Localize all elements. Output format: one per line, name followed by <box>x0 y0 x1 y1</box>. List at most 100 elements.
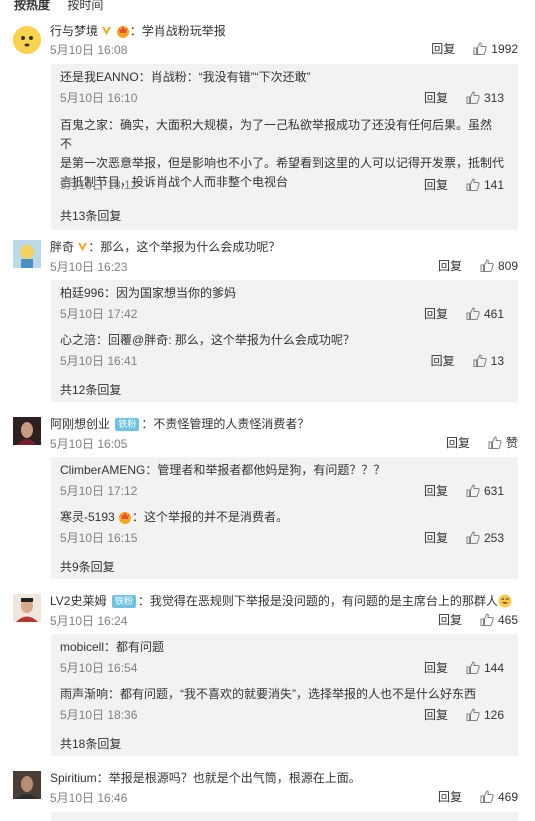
username[interactable]: mobicell <box>60 640 104 654</box>
username[interactable]: 胖奇 <box>50 240 74 254</box>
like-button[interactable]: 809 <box>480 259 518 273</box>
username[interactable]: 心之涪 <box>60 333 96 347</box>
reply-button[interactable]: 回复 <box>424 706 448 723</box>
reply-button[interactable]: 回复 <box>438 611 462 628</box>
photo-avatar-icon <box>13 594 41 622</box>
thumbs-up-icon <box>480 790 494 803</box>
thumbs-up-icon <box>466 91 480 104</box>
avatar[interactable] <box>13 771 41 799</box>
sub-reply: 心之涪：回覆@胖奇: 那么，这个举报为什么会成功呢？ 5月10日 16:41 回… <box>60 331 504 368</box>
reply-button[interactable]: 回复 <box>446 434 470 451</box>
fan-badge: 铁粉 <box>111 595 136 608</box>
reply-button[interactable]: 回复 <box>424 659 448 676</box>
more-replies-link[interactable]: 共18条回复 <box>60 735 121 752</box>
more-replies-link[interactable]: 共9条回复 <box>60 558 115 575</box>
more-replies-link[interactable]: 共13条回复 <box>60 207 121 224</box>
like-count: 253 <box>483 530 504 545</box>
reply-button[interactable]: 回复 <box>424 482 448 499</box>
like-button[interactable]: 469 <box>480 790 518 804</box>
thumbs-up-icon <box>473 354 487 367</box>
more-replies-link[interactable]: 共12条回复 <box>60 381 121 398</box>
username[interactable]: 柏廷996 <box>60 286 104 300</box>
laughing-emoji-icon <box>498 594 512 608</box>
username[interactable]: 雨声渐响 <box>60 687 108 701</box>
thumbs-up-icon <box>466 531 480 544</box>
avatar[interactable] <box>13 240 41 268</box>
comment-2: 胖奇 ：那么，这个举报为什么会成功呢？ 5月10日 16:23 回复 809 柏… <box>0 238 535 408</box>
sub-reply: 还是我EANNO：肖战粉：“我没有错”“下次还敢” 5月10日 16:10 回复… <box>60 68 504 105</box>
reply-button[interactable]: 回复 <box>424 529 448 546</box>
reply-date: 5月10日 17:42 <box>60 307 138 321</box>
like-button[interactable]: 461 <box>466 307 504 321</box>
like-button[interactable]: 313 <box>466 91 504 105</box>
like-button[interactable]: 13 <box>473 354 504 368</box>
comment-date: 5月10日 16:05 <box>50 437 128 451</box>
like-button[interactable]: 赞 <box>488 434 518 451</box>
reply-button[interactable]: 回复 <box>424 89 448 106</box>
like-count: 313 <box>483 90 504 105</box>
comment-date: 5月10日 16:24 <box>50 614 128 628</box>
username[interactable]: Spiritium <box>50 771 97 785</box>
like-count: 141 <box>483 177 504 192</box>
reply-button[interactable]: 回复 <box>438 257 462 274</box>
comment-3: 阿刚想创业 铁粉 ：不责怪管理的人责怪消费者？ 5月10日 16:05 回复 赞 … <box>0 415 535 580</box>
comment-text: ：那么，这个举报为什么会成功呢？ <box>88 240 281 254</box>
username[interactable]: 阿刚想创业 <box>50 417 110 431</box>
like-count: 赞 <box>505 436 518 450</box>
sub-replies: mobicell：都有问题 5月10日 16:54 回复 144 雨声渐响：都有… <box>51 634 518 756</box>
vip-crown-icon <box>119 512 132 524</box>
reply-button[interactable]: 回复 <box>431 352 455 369</box>
reply-text: ：回覆@胖奇: 那么，这个举报为什么会成功呢？ <box>96 333 355 347</box>
like-button[interactable]: 631 <box>466 484 504 498</box>
username[interactable]: 寒灵-5193 <box>60 510 115 524</box>
sub-reply: mobicell：都有问题 5月10日 16:54 回复 144 <box>60 638 504 675</box>
reply-text-line-2: 是第一次恶意举报，但是影响也不小了。希望看到这里的人可以记得开发票，抵制代 <box>60 156 505 170</box>
username[interactable]: 还是我EANNO <box>60 70 139 84</box>
sub-reply: ClimberAMENG：管理者和举报者都他妈是狗，有问题？？？ 5月10日 1… <box>60 461 504 498</box>
username[interactable]: ClimberAMENG <box>60 463 145 477</box>
reply-date: 5月10日 18:12 <box>60 178 138 192</box>
reply-text: ：因为国家想当你的爹妈 <box>104 286 237 300</box>
reply-button[interactable]: 回复 <box>438 788 462 805</box>
sub-reply: 寒灵-5193 ：这个举报的并不是消费者。 5月10日 16:15 回复 253 <box>60 508 504 545</box>
reply-button[interactable]: 回复 <box>424 176 448 193</box>
verified-v-icon <box>78 242 88 252</box>
avatar[interactable] <box>13 26 41 54</box>
reply-text: ：这个举报的并不是消费者。 <box>132 510 289 524</box>
like-button[interactable]: 141 <box>466 178 504 192</box>
comment-5: Spiritium：举报是根源吗？也就是个出气筒，根源在上面。 5月10日 16… <box>0 769 535 821</box>
thumbs-up-icon <box>488 436 502 449</box>
thumbs-up-icon <box>480 259 494 272</box>
avatar[interactable] <box>13 417 41 445</box>
sort-time-tab[interactable]: 按时间 <box>67 0 103 12</box>
reply-date: 5月10日 16:41 <box>60 354 138 368</box>
verified-v-icon <box>102 26 112 36</box>
reply-button[interactable]: 回复 <box>431 40 455 57</box>
thumbs-up-icon <box>466 307 480 320</box>
sub-replies: 还是我EANNO：肖战粉：“我没有错”“下次还敢” 5月10日 16:10 回复… <box>51 64 518 230</box>
username[interactable]: 百鬼之家 <box>60 118 108 132</box>
like-count: 13 <box>490 353 504 368</box>
reply-text: ：都有问题 <box>104 640 165 654</box>
comment-text: ：我觉得在恶规则下举报是没问题的，有问题的是主席台上的那群人 <box>137 594 498 608</box>
vip-crown-icon <box>116 26 129 38</box>
reply-date: 5月10日 17:12 <box>60 484 138 498</box>
like-button[interactable]: 1992 <box>473 42 518 56</box>
like-button[interactable]: 253 <box>466 531 504 545</box>
username[interactable]: LV2史莱姆 <box>50 594 106 608</box>
reply-date: 5月10日 16:10 <box>60 91 138 105</box>
reply-button[interactable]: 回复 <box>424 305 448 322</box>
emoji-face-icon <box>13 26 41 54</box>
like-button[interactable]: 144 <box>466 661 504 675</box>
reply-date: 5月10日 16:15 <box>60 531 138 545</box>
comment-text: ：举报是根源吗？也就是个出气筒，根源在上面。 <box>96 771 361 785</box>
reply-text: ：都有问题，“我不喜欢的就要消失”，选择举报的人也不是什么好东西 <box>108 687 477 701</box>
sort-hot-tab[interactable]: 按热度 <box>14 0 50 12</box>
comment-1: 行与梦境 ：学肖战粉玩举报 5月10日 16:08 回复 1992 还是我EAN… <box>0 22 535 232</box>
avatar[interactable] <box>13 594 41 622</box>
username[interactable]: 行与梦境 <box>50 24 98 38</box>
like-button[interactable]: 465 <box>480 613 518 627</box>
comment-date: 5月10日 16:23 <box>50 260 128 274</box>
like-button[interactable]: 126 <box>466 708 504 722</box>
thumbs-up-icon <box>480 613 494 626</box>
